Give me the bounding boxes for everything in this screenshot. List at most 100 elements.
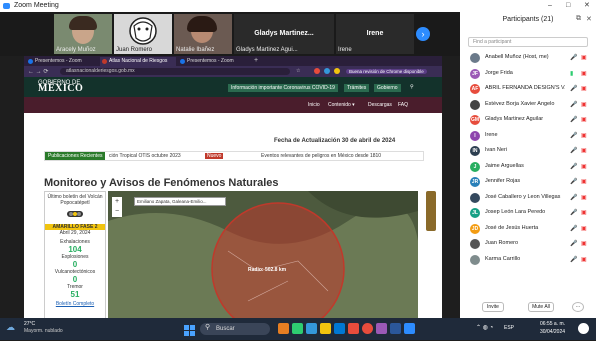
file-explorer-icon[interactable]	[320, 323, 331, 334]
participant-row[interactable]: JL Josep León Lara Peredo 🎤 ▣	[460, 205, 596, 221]
camera-off-icon[interactable]: ▣	[581, 163, 587, 170]
close-panel-icon[interactable]: ✕	[586, 15, 592, 23]
zoom-controls[interactable]: + −	[112, 197, 122, 217]
clock-time[interactable]: 06:55 a. m.	[540, 321, 565, 327]
video-tile[interactable]: Juan Romero	[114, 14, 172, 54]
participant-row[interactable]: Estévez Borja Xavier Angelo 🎤 ▣	[460, 97, 596, 113]
more-options-button[interactable]: ···	[572, 302, 584, 312]
mic-icon[interactable]: 🎤	[570, 85, 577, 92]
ticker-item[interactable]: ción Tropical OTIS octubre 2023	[109, 153, 181, 159]
app-icon[interactable]	[278, 323, 289, 334]
browser-tab[interactable]: Presentemos - Zoom	[178, 57, 250, 66]
bulletin-link[interactable]: Boletín Completo	[45, 301, 105, 307]
camera-off-icon[interactable]: ▣	[581, 85, 587, 92]
risk-map[interactable]: Emiliano Zapata, Galeana-Emilio... + − Ra…	[108, 191, 418, 322]
restore-button[interactable]: □	[566, 0, 570, 12]
participant-row[interactable]: JF Jorge Frida ▮ ▣	[460, 66, 596, 82]
mic-icon[interactable]: 🎤	[570, 256, 577, 263]
invite-button[interactable]: Invite	[482, 302, 504, 312]
camera-off-icon[interactable]: ▣	[581, 116, 587, 123]
extension-icon[interactable]	[324, 68, 330, 74]
back-forward-reload-icon[interactable]: ← → ⟳	[28, 68, 48, 75]
minimize-button[interactable]: –	[548, 0, 552, 12]
mic-icon[interactable]: 🎤	[570, 116, 577, 123]
windows-start-icon[interactable]	[184, 323, 195, 336]
language-indicator[interactable]: ESP	[504, 325, 514, 331]
camera-off-icon[interactable]: ▣	[581, 240, 587, 247]
nav-link-tramites[interactable]: Trámites	[344, 84, 370, 92]
nav-contenido[interactable]: Contenido ▾	[328, 102, 355, 108]
chrome-update-badge[interactable]: Buena revisión de Chrome disponible	[346, 69, 427, 74]
participant-row[interactable]: Karma Carrillo 🎤 ▣	[460, 252, 596, 268]
mic-icon[interactable]: 🎤	[570, 194, 577, 201]
participant-row[interactable]: GM Gladys Martinez Aguilar 🎤 ▣	[460, 112, 596, 128]
search-icon[interactable]: ⚲	[410, 84, 414, 90]
mic-icon[interactable]: 🎤	[570, 132, 577, 139]
participant-row[interactable]: AF ABRIL FERNANDA DESIGN'S V... 🎤 ▣	[460, 81, 596, 97]
word-icon[interactable]	[390, 323, 401, 334]
camera-off-icon[interactable]: ▣	[581, 178, 587, 185]
mic-icon[interactable]: 🎤	[570, 54, 577, 61]
participant-search-input[interactable]: Find a participant	[468, 37, 588, 47]
participant-row[interactable]: JD José de Jesús Huerta 🎤 ▣	[460, 221, 596, 237]
participant-row[interactable]: Juan Romero 🎤 ▣	[460, 236, 596, 252]
popout-icon[interactable]: ⧉	[576, 15, 581, 23]
side-tab[interactable]	[426, 191, 436, 231]
camera-off-icon[interactable]: ▣	[581, 209, 587, 216]
bookmark-star-icon[interactable]: ☆	[296, 68, 300, 74]
camera-off-icon[interactable]: ▣	[581, 132, 587, 139]
video-tile[interactable]: Irene Irene	[336, 14, 414, 54]
participant-row[interactable]: I Irene 🎤 ▣	[460, 128, 596, 144]
system-tray-icons[interactable]: ⌃ ◍ ◔	[476, 324, 493, 331]
nav-link-gobierno[interactable]: Gobierno	[374, 84, 401, 92]
camera-off-icon[interactable]: ▣	[581, 70, 587, 77]
ticker-item[interactable]: Eventos relevantes de peligros en México…	[261, 153, 381, 159]
participant-row[interactable]: José Caballero y Leon Villegas 🎤 ▣	[460, 190, 596, 206]
camera-off-icon[interactable]: ▣	[581, 147, 587, 154]
mic-icon[interactable]: 🎤	[570, 101, 577, 108]
nav-inicio[interactable]: Inicio	[308, 102, 320, 108]
mic-icon[interactable]: 🎤	[570, 225, 577, 232]
camera-off-icon[interactable]: ▣	[581, 194, 587, 201]
participant-row[interactable]: JR Jennifer Rojas 🎤 ▣	[460, 174, 596, 190]
browser-tab-active[interactable]: Atlas Nacional de Riesgos	[100, 57, 176, 66]
browser-tab[interactable]: Presentemos - Zoom	[26, 57, 98, 66]
mic-icon[interactable]: 🎤	[570, 163, 577, 170]
clock-date[interactable]: 30/04/2024	[540, 329, 565, 335]
taskbar-search[interactable]: Buscar	[200, 323, 270, 335]
extension-icon[interactable]	[314, 68, 320, 74]
chrome-icon[interactable]	[362, 323, 373, 334]
video-tile[interactable]: Aracely Muñoz	[54, 14, 112, 54]
camera-off-icon[interactable]: ▣	[581, 256, 587, 263]
video-tile[interactable]: Gladys Martinez... Gladys Martinez Agui.…	[234, 14, 334, 54]
app-icon[interactable]	[376, 323, 387, 334]
zoom-icon[interactable]	[404, 323, 415, 334]
mic-icon[interactable]: 🎤	[570, 240, 577, 247]
nav-faq[interactable]: FAQ	[398, 102, 408, 108]
camera-off-icon[interactable]: ▣	[581, 101, 587, 108]
video-tile[interactable]: Natalie Ibañez	[174, 14, 232, 54]
mic-icon[interactable]: 🎤	[570, 209, 577, 216]
extension-icon[interactable]	[334, 68, 340, 74]
new-tab-icon[interactable]: +	[254, 57, 258, 64]
url-bar[interactable]: atlasnacionalderiesgos.gob.mx	[60, 68, 290, 75]
participant-row[interactable]: IN Ivan Neri 🎤 ▣	[460, 143, 596, 159]
map-search-input[interactable]: Emiliano Zapata, Galeana-Emilio...	[134, 197, 226, 206]
nav-descargas[interactable]: Descargas	[368, 102, 392, 108]
mic-icon[interactable]: 🎤	[570, 147, 577, 154]
mute-all-button[interactable]: Mute All	[528, 302, 554, 312]
app-icon[interactable]	[292, 323, 303, 334]
weather-icon[interactable]: ☁	[6, 322, 15, 333]
mic-icon[interactable]: ▮	[570, 70, 573, 77]
mic-icon[interactable]: 🎤	[570, 178, 577, 185]
mail-icon[interactable]	[334, 323, 345, 334]
notification-icon[interactable]	[578, 323, 589, 334]
close-button[interactable]: ✕	[584, 0, 590, 12]
participant-row[interactable]: Anabell Muñoz (Host, me) 🎤 ▣	[460, 50, 596, 66]
next-page-icon[interactable]: ›	[416, 27, 430, 41]
participant-row[interactable]: J Jaime Arguellas 🎤 ▣	[460, 159, 596, 175]
camera-off-icon[interactable]: ▣	[581, 54, 587, 61]
app-icon[interactable]	[348, 323, 359, 334]
camera-off-icon[interactable]: ▣	[581, 225, 587, 232]
edge-icon[interactable]	[306, 323, 317, 334]
